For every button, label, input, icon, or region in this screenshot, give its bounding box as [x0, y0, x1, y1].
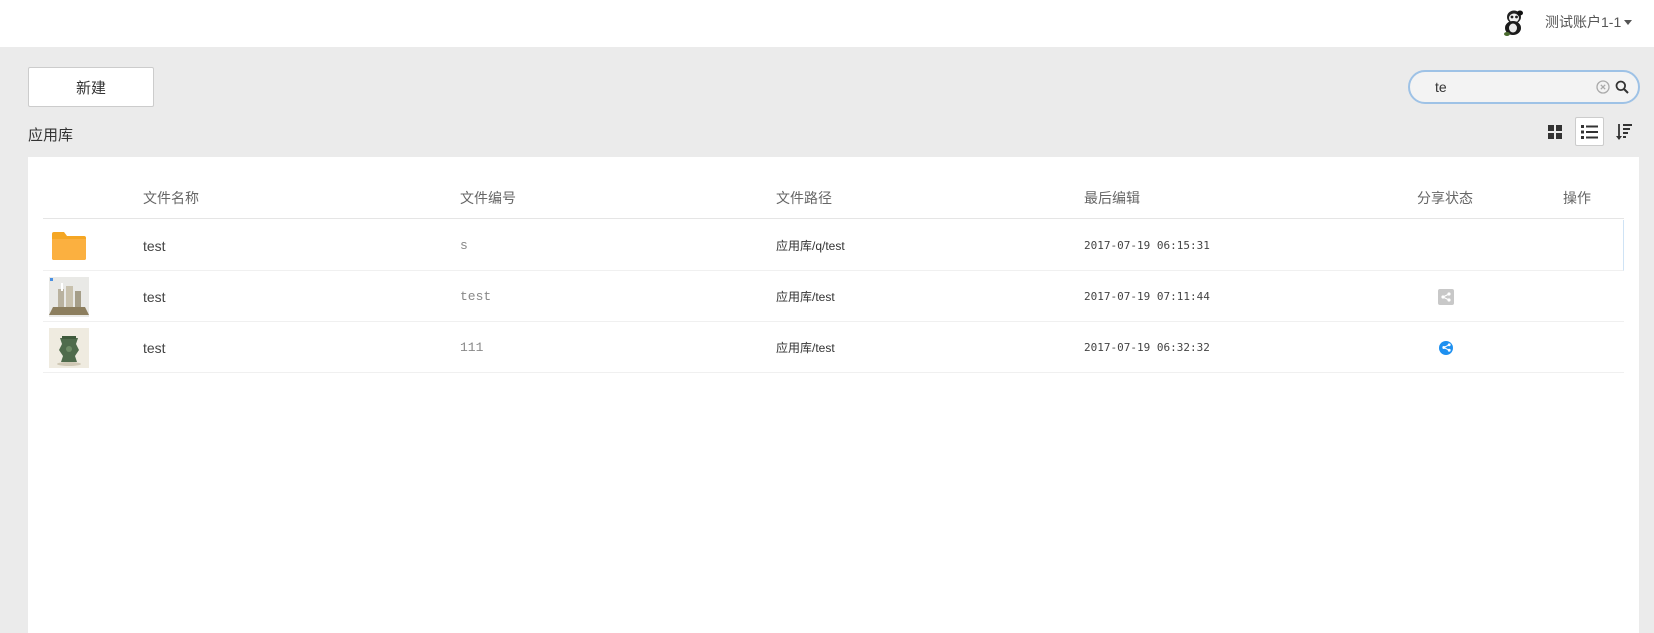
grid-view-button[interactable] [1543, 120, 1567, 144]
sort-icon [1616, 124, 1632, 140]
file-number: test [460, 289, 492, 304]
column-header-share: 分享状态 [1417, 190, 1473, 206]
last-edited: 2017-07-19 06:32:32 [1084, 341, 1210, 354]
folder-icon [52, 232, 86, 260]
table-header: 文件名称 文件编号 文件路径 最后编辑 分享状态 操作 [43, 186, 1624, 219]
column-header-path[interactable]: 文件路径 [776, 188, 832, 208]
file-number: 111 [460, 340, 484, 355]
column-header-name[interactable]: 文件名称 [143, 188, 199, 208]
column-header-number[interactable]: 文件编号 [460, 188, 516, 208]
last-edited: 2017-07-19 06:15:31 [1084, 239, 1210, 252]
list-view-icon [1581, 124, 1598, 139]
list-view-button[interactable] [1575, 117, 1604, 146]
file-thumbnail-image [49, 328, 89, 368]
file-number: s [460, 238, 468, 253]
account-name: 测试账户1-1 [1545, 14, 1622, 30]
file-name[interactable]: test [143, 220, 166, 271]
last-edited: 2017-07-19 07:11:44 [1084, 290, 1210, 303]
file-path: 应用库/test [776, 341, 835, 355]
table-row[interactable]: test 111 应用库/test 2017-07-19 06:32:32 [43, 322, 1624, 373]
grid-view-icon [1548, 125, 1562, 139]
table-row[interactable]: test s 应用库/q/test 2017-07-19 06:15:31 [43, 220, 1624, 271]
chevron-down-icon [1624, 19, 1633, 25]
share-status[interactable] [1439, 322, 1453, 373]
file-name[interactable]: test [143, 322, 166, 373]
column-header-edited[interactable]: 最后编辑 [1084, 188, 1140, 208]
search-input[interactable] [1435, 79, 1596, 95]
file-list-panel: 文件名称 文件编号 文件路径 最后编辑 分享状态 操作 test s 应用库/q… [28, 157, 1639, 633]
magnifier-icon[interactable] [1615, 80, 1629, 94]
account-menu[interactable]: 测试账户1-1 [1545, 12, 1633, 32]
share-status[interactable] [1438, 271, 1454, 322]
clear-circle-icon[interactable] [1596, 80, 1610, 94]
panda-avatar-icon[interactable] [1500, 7, 1526, 37]
column-header-actions: 操作 [1563, 190, 1591, 206]
sort-button[interactable] [1612, 120, 1636, 144]
file-thumbnail-image [49, 277, 89, 317]
search-box [1408, 70, 1640, 104]
top-bar: 测试账户1-1 [0, 0, 1654, 47]
library-title: 应用库 [28, 127, 74, 144]
table-row[interactable]: test test 应用库/test 2017-07-19 07:11:44 [43, 271, 1624, 322]
share-icon [1439, 340, 1453, 355]
file-name[interactable]: test [143, 271, 166, 322]
share-icon [1438, 288, 1454, 305]
file-path: 应用库/q/test [776, 239, 845, 253]
new-button[interactable]: 新建 [28, 67, 154, 107]
file-path: 应用库/test [776, 290, 835, 304]
